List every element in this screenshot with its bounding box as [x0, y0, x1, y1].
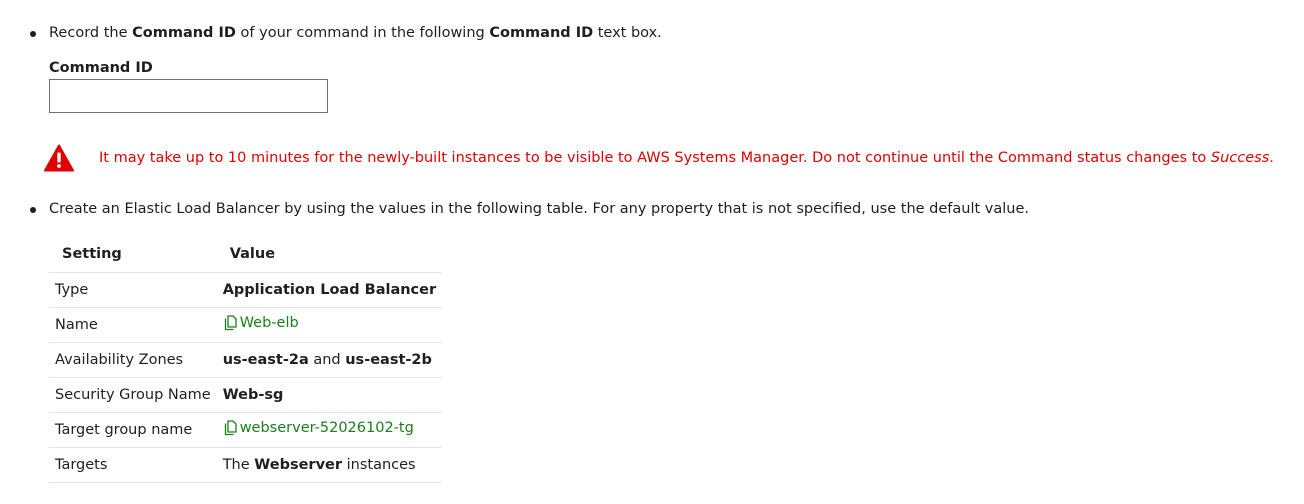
warning-triangle-icon: [44, 144, 74, 172]
value-cell: webserver-52026102-tg: [216, 412, 443, 448]
copy-value-web-elb[interactable]: Web-elb: [223, 315, 299, 331]
value-cell: Application Load Balancer: [216, 272, 443, 308]
command-id-label: Command ID: [49, 60, 153, 76]
bullet: [30, 31, 36, 37]
value-cell: Web-sg: [216, 377, 443, 413]
setting-cell: Targets: [49, 447, 217, 483]
setting-cell: Security Group Name: [49, 377, 217, 413]
warning-text: It may take up to 10 minutes for the new…: [99, 150, 1274, 166]
copy-icon: [224, 420, 237, 436]
copy-text: webserver-52026102-tg: [239, 420, 414, 436]
step-record-command-id: Record the Command ID of your command in…: [30, 25, 662, 41]
table-row: Type Application Load Balancer: [49, 272, 443, 308]
copy-text: Web-elb: [239, 315, 299, 331]
table-header-row: Setting Value: [49, 236, 443, 273]
copy-icon: [224, 315, 237, 331]
value-cell: us-east-2a and us-east-2b: [216, 342, 443, 378]
settings-table: Setting Value Type Application Load Bala…: [49, 236, 443, 483]
header-setting: Setting: [49, 236, 217, 273]
copy-value-target-group[interactable]: webserver-52026102-tg: [223, 420, 414, 436]
value-cell: Web-elb: [216, 307, 443, 343]
step-create-elb: Create an Elastic Load Balancer by using…: [30, 201, 1029, 217]
warning-callout: It may take up to 10 minutes for the new…: [44, 144, 1274, 172]
step-text: Create an Elastic Load Balancer by using…: [49, 201, 1030, 217]
command-id-input[interactable]: [49, 79, 328, 113]
table-row: Availability Zones us-east-2a and us-eas…: [49, 342, 443, 378]
setting-cell: Type: [49, 272, 217, 308]
header-value: Value: [216, 236, 443, 273]
bullet: [30, 207, 36, 213]
value-cell: The Webserver instances: [216, 447, 443, 483]
setting-cell: Availability Zones: [49, 342, 217, 378]
setting-cell: Name: [49, 307, 217, 343]
table-row: Target group name webserver-52026102-tg: [49, 412, 443, 448]
setting-cell: Target group name: [49, 412, 217, 448]
table-row: Security Group Name Web-sg: [49, 377, 443, 413]
table-row: Targets The Webserver instances: [49, 447, 443, 483]
table-row: Name Web-elb: [49, 307, 443, 343]
step-text: Record the Command ID of your command in…: [49, 25, 662, 41]
